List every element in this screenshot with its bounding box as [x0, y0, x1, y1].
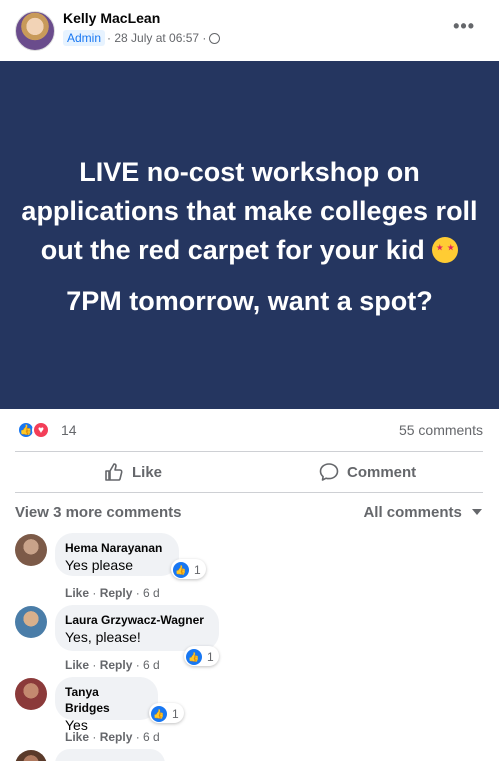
- comment-reaction-count: 1: [172, 707, 179, 721]
- like-button[interactable]: Like: [104, 461, 162, 483]
- admin-badge: Admin: [63, 30, 106, 46]
- commenter-avatar[interactable]: [15, 606, 47, 638]
- comment-reply-link[interactable]: Reply: [100, 730, 133, 744]
- post-meta: Admin · 28 July at 06:57 ·: [63, 30, 221, 46]
- comment-reaction-count: 1: [207, 650, 214, 664]
- like-reaction-icon: 👍: [151, 706, 167, 722]
- comment-label: Comment: [347, 463, 417, 481]
- comment-reaction-count: 1: [194, 563, 201, 577]
- author-name[interactable]: Kelly MacLean: [63, 10, 160, 26]
- comment-actions: Like · Reply · 6 d: [65, 658, 160, 672]
- thumbs-up-icon: [105, 463, 123, 481]
- like-reaction-icon: 👍: [186, 649, 202, 665]
- post-timestamp[interactable]: · 28 July at 06:57 ·: [107, 31, 206, 45]
- more-options-icon[interactable]: •••: [453, 16, 475, 37]
- commenter-avatar[interactable]: [15, 534, 47, 566]
- commenter-name[interactable]: Hema Narayanan: [65, 540, 167, 556]
- comment-text: Yes, please!: [65, 629, 141, 645]
- comment-reply-link[interactable]: Reply: [100, 586, 133, 600]
- comment-like-link[interactable]: Like: [65, 730, 89, 744]
- banner-subline: 7PM tomorrow, want a spot?: [66, 286, 433, 316]
- comment-filter-dropdown[interactable]: All comments: [363, 504, 482, 521]
- commenter-name[interactable]: Tanya Bridges: [65, 684, 146, 716]
- comment-icon: [319, 463, 339, 481]
- post-header: Kelly MacLean Admin · 28 July at 06:57 ·…: [0, 0, 499, 61]
- divider: [15, 492, 483, 493]
- comment-count[interactable]: 55 comments: [399, 422, 483, 438]
- comment-age[interactable]: 6 d: [143, 586, 160, 600]
- comment-like-link[interactable]: Like: [65, 586, 89, 600]
- comment-bubble: Tanya Bridges Yes: [55, 677, 158, 733]
- reaction-icons[interactable]: 👍 ♥: [17, 421, 50, 439]
- globe-icon: [209, 32, 221, 44]
- comment-bubble: Hema Narayanan Yes please: [55, 533, 179, 576]
- comment-button[interactable]: Comment: [319, 461, 416, 483]
- comment-bubble: [55, 749, 165, 761]
- love-reaction-icon: ♥: [32, 421, 50, 439]
- like-reaction-icon: 👍: [173, 562, 189, 578]
- commenter-avatar[interactable]: [15, 750, 47, 761]
- reaction-count[interactable]: 14: [61, 422, 77, 438]
- star-struck-emoji-icon: [432, 237, 459, 263]
- comment-age[interactable]: 6 d: [143, 730, 160, 744]
- comment-filter-label: All comments: [363, 504, 462, 521]
- reaction-stats: 👍 ♥ 14 55 comments: [15, 420, 483, 440]
- banner-headline: LIVE no-cost workshop on applications th…: [21, 157, 478, 265]
- commenter-name[interactable]: Laura Grzywacz-Wagner: [65, 612, 207, 628]
- comment-actions: Like · Reply · 6 d: [65, 586, 160, 600]
- like-label: Like: [132, 463, 163, 481]
- comment-reactions[interactable]: 👍 1: [184, 646, 219, 666]
- caret-down-icon: [472, 509, 482, 515]
- post-image[interactable]: LIVE no-cost workshop on applications th…: [0, 61, 499, 409]
- comment-age[interactable]: 6 d: [143, 658, 160, 672]
- comment-like-link[interactable]: Like: [65, 658, 89, 672]
- author-avatar[interactable]: [15, 11, 55, 51]
- comment-reply-link[interactable]: Reply: [100, 658, 133, 672]
- comment-bubble: Laura Grzywacz-Wagner Yes, please!: [55, 605, 219, 651]
- comment-reactions[interactable]: 👍 1: [149, 703, 184, 723]
- comment-actions: Like · Reply · 6 d: [65, 730, 160, 744]
- comment-reactions[interactable]: 👍 1: [171, 559, 206, 579]
- view-more-comments-link[interactable]: View 3 more comments: [15, 504, 181, 521]
- comment-text: Yes please: [65, 557, 133, 573]
- commenter-avatar[interactable]: [15, 678, 47, 710]
- divider: [15, 451, 483, 452]
